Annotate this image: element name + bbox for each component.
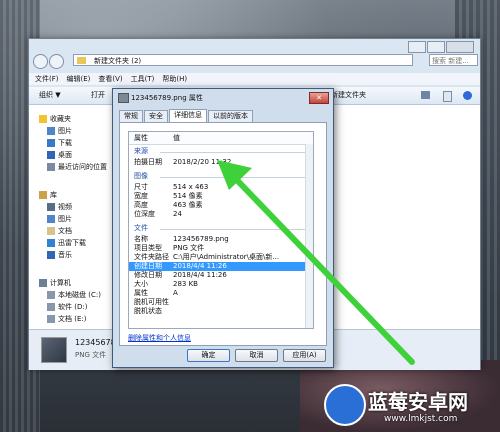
folder-icon xyxy=(77,57,86,64)
property-row-selected[interactable]: 创建日期 2018/4/4 11:26 xyxy=(129,262,313,271)
file-thumbnail xyxy=(41,337,67,363)
sidebar-desktop[interactable]: 桌面 xyxy=(47,149,72,161)
sidebar-thunder[interactable]: 迅雷下载 xyxy=(47,237,86,249)
property-row[interactable]: 修改日期 2018/4/4 11:26 xyxy=(129,271,313,280)
menu-edit[interactable]: 编辑(E) xyxy=(67,73,91,85)
new-folder-button[interactable]: 新建文件夹 xyxy=(331,87,366,104)
menu-tools[interactable]: 工具(T) xyxy=(131,73,155,85)
sidebar-drive-c[interactable]: 本地磁盘 (C:) xyxy=(47,289,101,301)
pictures-icon xyxy=(47,215,55,223)
details-filetype: PNG 文件 xyxy=(75,351,107,359)
minimize-button[interactable] xyxy=(408,41,426,53)
property-row[interactable]: 尺寸 514 x 463 xyxy=(129,183,313,192)
sidebar-computer[interactable]: 计算机 xyxy=(39,277,71,289)
sidebar-downloads[interactable]: 下载 xyxy=(47,137,72,149)
sidebar-pictures[interactable]: 图片 xyxy=(47,125,72,137)
navigation-pane: 收藏夹 图片 下载 桌面 最近访问的位置 库 视频 图片 文档 迅雷下载 音乐 … xyxy=(29,105,118,329)
recent-places-icon xyxy=(47,163,55,171)
sidebar-recent[interactable]: 最近访问的位置 xyxy=(47,161,107,173)
organize-button[interactable]: 组织 ▼ xyxy=(39,87,61,104)
property-row[interactable]: 大小 283 KB xyxy=(129,280,313,289)
menu-bar: 文件(F) 编辑(E) 查看(V) 工具(T) 帮助(H) xyxy=(29,73,480,85)
thunder-icon xyxy=(47,239,55,247)
music-icon xyxy=(47,251,55,259)
close-button[interactable] xyxy=(446,41,474,53)
android-logo-icon xyxy=(324,384,366,426)
property-row[interactable]: 文件夹路径 C:\用户\Administrator\桌面\新... xyxy=(129,253,313,262)
tab-previous-versions[interactable]: 以前的版本 xyxy=(208,110,253,122)
library-icon xyxy=(39,191,47,199)
list-scrollbar[interactable] xyxy=(305,144,313,328)
property-row[interactable]: 属性 A xyxy=(129,289,313,298)
column-property[interactable]: 属性 xyxy=(134,133,148,143)
sidebar-documents[interactable]: 文档 xyxy=(47,225,72,237)
property-row[interactable]: 项目类型 PNG 文件 xyxy=(129,244,313,253)
dialog-close-button[interactable]: ✕ xyxy=(309,92,329,104)
address-bar[interactable]: 新建文件夹 (2) xyxy=(73,54,413,66)
section-file: 文件 xyxy=(134,224,310,233)
help-icon[interactable] xyxy=(463,91,472,100)
property-row[interactable]: 拍摄日期 2018/2/20 11:32 xyxy=(129,158,313,167)
menu-help[interactable]: 帮助(H) xyxy=(162,73,187,85)
cancel-button[interactable]: 取消 xyxy=(235,349,278,362)
sidebar-lib-pictures[interactable]: 图片 xyxy=(47,213,72,225)
documents-icon xyxy=(47,227,55,235)
menu-view[interactable]: 查看(V) xyxy=(98,73,122,85)
remove-properties-link[interactable]: 删除属性和个人信息 xyxy=(128,333,191,343)
watermark: 蓝莓安卓网 www.lmkjst.com xyxy=(322,382,500,432)
section-image: 图像 xyxy=(134,172,310,181)
property-row[interactable]: 名称 123456789.png xyxy=(129,235,313,244)
tab-general[interactable]: 常规 xyxy=(119,110,143,122)
dialog-title: 123456789.png 属性 xyxy=(131,94,203,102)
sidebar-drive-d[interactable]: 软件 (D:) xyxy=(47,301,87,313)
preview-pane-icon[interactable] xyxy=(443,91,452,102)
image-file-icon xyxy=(118,93,129,103)
property-row[interactable]: 脱机状态 xyxy=(129,307,313,316)
dialog-buttons: 确定 取消 应用(A) xyxy=(113,349,333,362)
window-controls xyxy=(408,41,474,53)
sidebar-libraries[interactable]: 库 xyxy=(39,189,57,201)
watermark-url: www.lmkjst.com xyxy=(384,414,458,424)
details-panel: 属性 值 来源 拍摄日期 2018/2/20 11:32 图像 尺寸 514 x 4… xyxy=(119,122,327,346)
ok-button[interactable]: 确定 xyxy=(187,349,230,362)
property-list: 属性 值 来源 拍摄日期 2018/2/20 11:32 图像 尺寸 514 x 4… xyxy=(128,131,314,329)
dialog-tabs: 常规 安全 详细信息 以前的版本 xyxy=(119,109,254,122)
property-row[interactable]: 位深度 24 xyxy=(129,210,313,219)
drive-icon xyxy=(47,303,55,311)
address-bar-row: 新建文件夹 (2) 搜索 新建... xyxy=(33,53,478,69)
column-value[interactable]: 值 xyxy=(173,133,180,143)
pictures-icon xyxy=(47,127,55,135)
section-origin: 来源 xyxy=(134,147,310,156)
computer-icon xyxy=(39,279,47,287)
sidebar-videos[interactable]: 视频 xyxy=(47,201,72,213)
maximize-button[interactable] xyxy=(427,41,445,53)
sidebar-drive-e[interactable]: 文档 (E:) xyxy=(47,313,86,325)
open-button[interactable]: 打开 xyxy=(91,87,105,104)
tab-security[interactable]: 安全 xyxy=(144,110,168,122)
desktop-icon xyxy=(47,151,55,159)
star-icon xyxy=(39,115,47,123)
property-row[interactable]: 脱机可用性 xyxy=(129,298,313,307)
property-row[interactable]: 宽度 514 像素 xyxy=(129,192,313,201)
address-text: 新建文件夹 (2) xyxy=(94,57,142,65)
view-options-icon[interactable] xyxy=(421,91,430,99)
download-icon xyxy=(47,139,55,147)
menu-file[interactable]: 文件(F) xyxy=(35,73,59,85)
back-icon[interactable] xyxy=(33,54,48,69)
forward-icon[interactable] xyxy=(49,54,64,69)
properties-dialog: 123456789.png 属性 ✕ 常规 安全 详细信息 以前的版本 属性 值… xyxy=(112,88,334,368)
video-icon xyxy=(47,203,55,211)
sidebar-music[interactable]: 音乐 xyxy=(47,249,72,261)
watermark-name: 蓝莓安卓网 xyxy=(368,390,468,414)
sidebar-favorites[interactable]: 收藏夹 xyxy=(39,113,71,125)
list-header: 属性 值 xyxy=(129,132,313,145)
drive-icon xyxy=(47,315,55,323)
tab-details[interactable]: 详细信息 xyxy=(169,109,207,122)
apply-button[interactable]: 应用(A) xyxy=(283,349,326,362)
drive-icon xyxy=(47,291,55,299)
search-input[interactable]: 搜索 新建... xyxy=(429,54,478,66)
property-row[interactable]: 高度 463 像素 xyxy=(129,201,313,210)
